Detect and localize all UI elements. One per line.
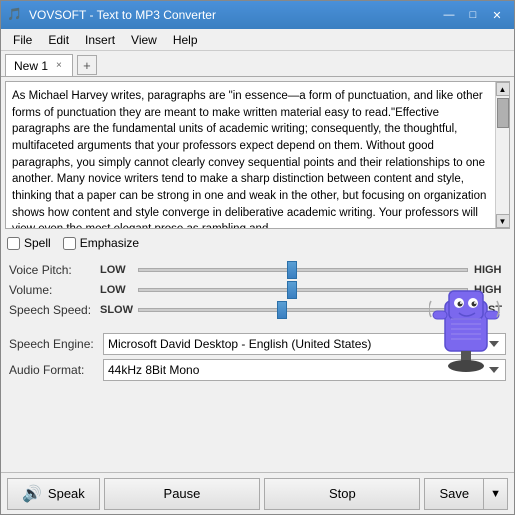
volume-track[interactable] <box>138 288 468 292</box>
maximize-button[interactable]: □ <box>462 6 484 24</box>
text-editor-container: As Michael Harvey writes, paragraphs are… <box>5 81 510 229</box>
emphasize-checkbox[interactable] <box>63 237 76 250</box>
save-button[interactable]: Save <box>424 478 483 510</box>
speaker-icon: 🔊 <box>22 484 42 504</box>
spell-label: Spell <box>24 236 51 250</box>
volume-thumb[interactable] <box>287 281 297 299</box>
tab-close-button[interactable]: × <box>54 59 64 72</box>
speak-button[interactable]: 🔊 Speak <box>7 478 100 510</box>
pause-button[interactable]: Pause <box>104 478 260 510</box>
window-controls: — □ ✕ <box>438 6 508 24</box>
title-bar: 🎵 VOVSOFT - Text to MP3 Converter — □ ✕ <box>1 1 514 29</box>
menu-insert[interactable]: Insert <box>77 31 123 49</box>
audio-format-label: Audio Format: <box>9 363 97 377</box>
spell-checkbox[interactable] <box>7 237 20 250</box>
menu-edit[interactable]: Edit <box>40 31 77 49</box>
voice-pitch-thumb[interactable] <box>287 261 297 279</box>
scrollbar: ▲ ▼ <box>495 82 509 228</box>
voice-pitch-track[interactable] <box>138 268 468 272</box>
menu-file[interactable]: File <box>5 31 40 49</box>
volume-label: Volume: <box>9 283 94 297</box>
speech-speed-label: Speech Speed: <box>9 303 94 317</box>
mascot-svg <box>429 281 501 373</box>
emphasize-check-item: Emphasize <box>63 236 139 250</box>
voice-pitch-label: Voice Pitch: <box>9 263 94 277</box>
voice-pitch-low: LOW <box>100 264 132 276</box>
minimize-button[interactable]: — <box>438 6 460 24</box>
volume-low: LOW <box>100 284 132 296</box>
stop-button[interactable]: Stop <box>264 478 420 510</box>
voice-pitch-high: HIGH <box>474 264 506 276</box>
close-button[interactable]: ✕ <box>486 6 508 24</box>
emphasize-label: Emphasize <box>80 236 139 250</box>
tab-add-button[interactable]: + <box>77 55 97 75</box>
tab-label: New 1 <box>14 59 48 73</box>
chevron-down-icon: ▼ <box>490 488 501 500</box>
bottom-bar: 🔊 Speak Pause Stop Save ▼ <box>1 472 514 514</box>
window-title: VOVSOFT - Text to MP3 Converter <box>29 8 432 22</box>
save-dropdown-button[interactable]: ▼ <box>483 478 508 510</box>
menu-help[interactable]: Help <box>165 31 206 49</box>
spell-check-item: Spell <box>7 236 51 250</box>
checkbox-row: Spell Emphasize <box>1 233 514 253</box>
tab-bar: New 1 × + <box>1 51 514 77</box>
speech-speed-track[interactable] <box>138 308 468 312</box>
save-button-group: Save ▼ <box>424 478 508 510</box>
app-icon: 🎵 <box>7 7 23 23</box>
scroll-up-button[interactable]: ▲ <box>496 82 510 96</box>
voice-pitch-row: Voice Pitch: LOW HIGH <box>9 263 506 277</box>
scroll-thumb[interactable] <box>497 98 509 128</box>
mascot <box>429 281 504 376</box>
text-body: As Michael Harvey writes, paragraphs are… <box>12 90 486 228</box>
menu-view[interactable]: View <box>123 31 165 49</box>
speech-speed-thumb[interactable] <box>277 301 287 319</box>
menu-bar: File Edit Insert View Help <box>1 29 514 51</box>
scroll-down-button[interactable]: ▼ <box>496 214 510 228</box>
text-editor[interactable]: As Michael Harvey writes, paragraphs are… <box>6 82 495 228</box>
speech-speed-low: SLOW <box>100 304 132 316</box>
speak-label: Speak <box>48 486 85 501</box>
tab-new1[interactable]: New 1 × <box>5 54 73 76</box>
speech-engine-label: Speech Engine: <box>9 337 97 351</box>
